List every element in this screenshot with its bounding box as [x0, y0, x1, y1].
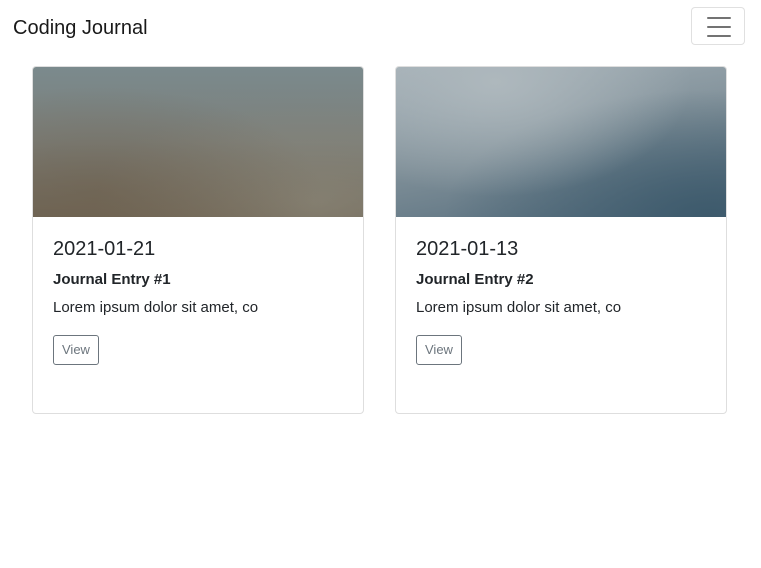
navbar: Coding Journal: [0, 0, 761, 56]
journal-card: 2021-01-21 Journal Entry #1 Lorem ipsum …: [32, 66, 364, 414]
navbar-brand[interactable]: Coding Journal: [13, 15, 148, 41]
hamburger-menu-icon: [707, 17, 731, 37]
card-body: 2021-01-13 Journal Entry #2 Lorem ipsum …: [396, 217, 726, 385]
card-excerpt: Lorem ipsum dolor sit amet, co: [53, 299, 259, 316]
navbar-toggler-button[interactable]: [691, 7, 745, 45]
card-image: [396, 67, 726, 217]
card-excerpt: Lorem ipsum dolor sit amet, co: [416, 299, 622, 316]
card-body: 2021-01-21 Journal Entry #1 Lorem ipsum …: [33, 217, 363, 385]
view-button[interactable]: View: [53, 335, 99, 365]
card-date: 2021-01-13: [416, 238, 519, 260]
journal-card: 2021-01-13 Journal Entry #2 Lorem ipsum …: [395, 66, 727, 414]
card-title: Journal Entry #1: [53, 271, 171, 288]
card-image: [33, 67, 363, 217]
view-button[interactable]: View: [416, 335, 462, 365]
card-title: Journal Entry #2: [416, 271, 534, 288]
card-date: 2021-01-21: [53, 238, 156, 260]
